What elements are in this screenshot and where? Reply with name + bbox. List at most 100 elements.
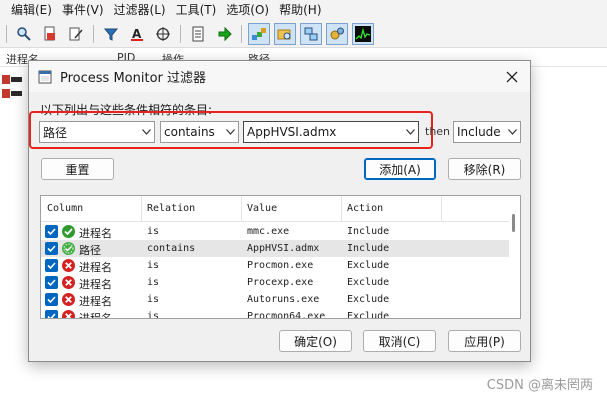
cell-column: 进程名: [79, 295, 112, 308]
cell-relation: is: [147, 294, 160, 305]
column-divider[interactable]: [441, 196, 442, 222]
chevron-down-icon: [504, 129, 520, 135]
close-icon: [506, 71, 518, 83]
registry-activity-button[interactable]: [248, 22, 270, 45]
filesystem-activity-button[interactable]: [274, 22, 296, 45]
table-row[interactable]: 进程名 is Procmon64.exe Exclude: [41, 308, 511, 318]
cell-value: Autoruns.exe: [247, 294, 320, 305]
include-new-icon: [62, 242, 75, 255]
then-label: then: [425, 125, 451, 138]
column-divider[interactable]: [141, 196, 142, 222]
row-checkbox[interactable]: [45, 276, 58, 289]
network-activity-button[interactable]: [300, 22, 322, 45]
menu-filter[interactable]: 过滤器(L): [109, 0, 171, 20]
grid-header-value[interactable]: Value: [247, 203, 277, 214]
toolbar-separator: [93, 24, 94, 43]
table-row[interactable]: 进程名 is mmc.exe Include: [41, 223, 511, 240]
menu-tools[interactable]: 工具(T): [171, 0, 222, 20]
dialog-title-bar[interactable]: Process Monitor 过滤器: [29, 61, 530, 92]
column-divider[interactable]: [241, 196, 242, 222]
toolbar-separator: [180, 24, 181, 43]
magnifier-icon: [17, 26, 31, 41]
find-button[interactable]: [13, 23, 35, 45]
cell-value: Procmon.exe: [247, 260, 314, 271]
row-checkbox[interactable]: [45, 310, 58, 318]
column-divider[interactable]: [341, 196, 342, 222]
filter-dialog: Process Monitor 过滤器 以下列出与这些条件相符的条目: 路径 c…: [28, 60, 531, 362]
cell-value: mmc.exe: [247, 226, 290, 237]
remove-button[interactable]: 移除(R): [448, 158, 521, 180]
cell-relation: is: [147, 226, 160, 237]
funnel-icon: [103, 28, 119, 41]
grid-header-relation[interactable]: Relation: [147, 203, 195, 214]
filter-button[interactable]: [100, 23, 122, 45]
row-checkbox[interactable]: [45, 293, 58, 306]
add-button[interactable]: 添加(A): [364, 158, 436, 180]
crosshair-icon: [156, 26, 170, 41]
cell-action: Exclude: [347, 294, 390, 305]
edit-button[interactable]: [65, 23, 87, 45]
reset-button[interactable]: 重置: [41, 158, 114, 180]
grid-header-action[interactable]: Action: [347, 203, 383, 214]
menu-edit[interactable]: 编辑(E): [6, 0, 57, 20]
table-row[interactable]: 路径 contains AppHVSI.admx Include: [41, 240, 511, 257]
vertical-scrollbar[interactable]: [509, 196, 520, 318]
scrollbar-thumb[interactable]: [512, 214, 515, 232]
menu-event[interactable]: 事件(V): [57, 0, 109, 20]
document-pen-icon: [69, 27, 83, 40]
cell-value: AppHVSI.admx: [247, 243, 320, 254]
row-checkbox[interactable]: [45, 259, 58, 272]
row-checkbox[interactable]: [45, 225, 58, 238]
cell-action: Exclude: [347, 277, 390, 288]
tree-button[interactable]: [187, 23, 209, 45]
cell-action: Include: [347, 243, 390, 254]
value-input-text[interactable]: AppHVSI.admx: [247, 125, 402, 139]
highlight-a-icon: A: [131, 27, 143, 41]
jump-button[interactable]: [39, 23, 61, 45]
grid-header-column[interactable]: Column: [47, 203, 83, 214]
highlight-button[interactable]: A: [126, 23, 148, 45]
close-button[interactable]: [502, 67, 522, 87]
table-row[interactable]: 进程名 is Procmon.exe Exclude: [41, 257, 511, 274]
relation-select-value: contains: [164, 125, 215, 139]
folder-magnifier-icon: [277, 29, 291, 39]
profiling-activity-button[interactable]: [352, 22, 374, 45]
filter-rules-list: Column Relation Value Action 进程名 is mmc.…: [40, 195, 521, 319]
list-item: [2, 88, 22, 99]
cell-relation: is: [147, 277, 160, 288]
row-checkbox[interactable]: [45, 242, 58, 255]
svg-text:A: A: [132, 27, 142, 41]
apply-button[interactable]: 应用(P): [448, 330, 521, 352]
target-button[interactable]: [152, 23, 174, 45]
exclude-x-icon: [62, 293, 75, 306]
toolbar-separator: [241, 24, 242, 43]
table-row[interactable]: 进程名 is Procexp.exe Exclude: [41, 274, 511, 291]
cell-value: Procexp.exe: [247, 277, 314, 288]
grid-header: Column Relation Value Action: [41, 196, 511, 222]
exclude-x-icon: [62, 259, 75, 272]
list-item: [2, 74, 22, 85]
column-select[interactable]: 路径: [39, 121, 155, 143]
value-combo-input[interactable]: AppHVSI.admx: [243, 121, 419, 143]
toolbar-separator: [6, 24, 7, 43]
action-select-value: Include: [457, 125, 501, 139]
column-select-value: 路径: [43, 125, 68, 140]
document-red-icon: [44, 26, 55, 40]
cancel-button[interactable]: 取消(C): [363, 330, 436, 352]
gears-icon: [330, 27, 344, 39]
menu-options[interactable]: 选项(O): [221, 0, 274, 20]
ok-button[interactable]: 确定(O): [279, 330, 352, 352]
window-icon: [38, 70, 52, 83]
process-activity-button[interactable]: [326, 22, 348, 45]
list-document-icon: [192, 26, 204, 41]
action-select[interactable]: Include: [453, 121, 521, 143]
include-check-icon: [62, 225, 75, 238]
jump-to-button[interactable]: [213, 23, 235, 45]
activity-graph-icon: [355, 25, 371, 42]
process-icon: [2, 75, 22, 84]
table-row[interactable]: 进程名 is Autoruns.exe Exclude: [41, 291, 511, 308]
menu-help[interactable]: 帮助(H): [274, 0, 326, 20]
watermark: CSDN @离未罔两: [486, 378, 593, 393]
relation-select[interactable]: contains: [160, 121, 239, 143]
exclude-x-icon: [62, 310, 75, 318]
